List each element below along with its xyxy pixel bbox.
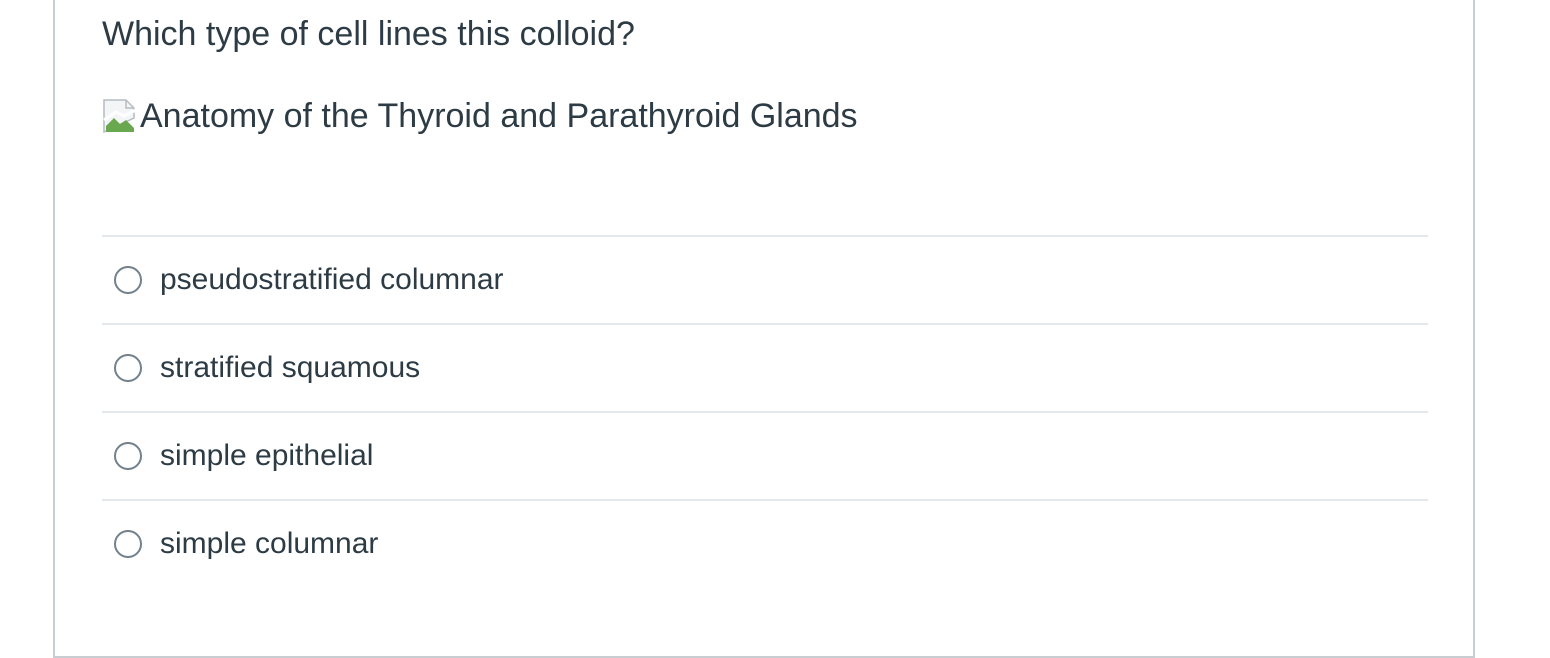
- answer-option[interactable]: pseudostratified columnar: [102, 235, 1428, 323]
- answer-list: pseudostratified columnar stratified squ…: [102, 235, 1428, 587]
- radio-button[interactable]: [114, 442, 142, 470]
- answer-label: pseudostratified columnar: [160, 263, 504, 296]
- answer-option[interactable]: simple columnar: [102, 499, 1428, 587]
- broken-image-icon: [102, 98, 138, 134]
- answer-label: simple epithelial: [160, 439, 374, 472]
- image-alt-text: Anatomy of the Thyroid and Parathyroid G…: [140, 97, 858, 135]
- radio-button[interactable]: [114, 530, 142, 558]
- question-text: Which type of cell lines this colloid?: [102, 15, 635, 53]
- radio-button[interactable]: [114, 266, 142, 294]
- radio-button[interactable]: [114, 354, 142, 382]
- answer-label: stratified squamous: [160, 351, 421, 384]
- question-image: Anatomy of the Thyroid and Parathyroid G…: [102, 95, 858, 137]
- answer-option[interactable]: stratified squamous: [102, 323, 1428, 411]
- answer-option[interactable]: simple epithelial: [102, 411, 1428, 499]
- answer-label: simple columnar: [160, 527, 379, 560]
